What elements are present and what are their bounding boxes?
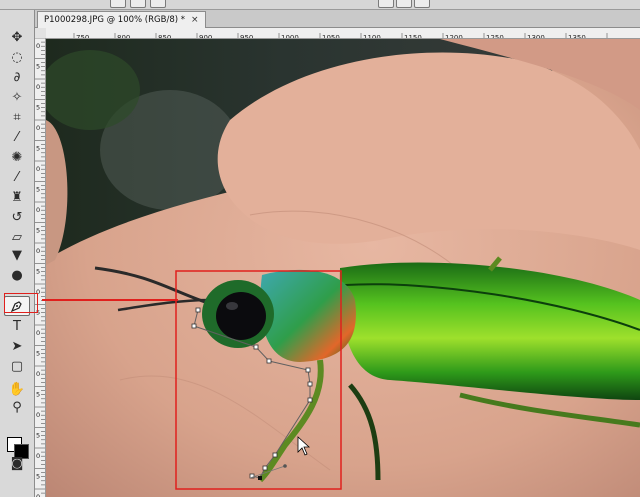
annotation-highlight-pen-tool [4,293,38,313]
option-button[interactable] [378,0,394,8]
ruler-label: 5 [36,268,40,276]
option-button[interactable] [150,0,166,8]
horizontal-ruler: 750 800 850 900 950 1000 1050 1100 1150 1200 1250 1… [46,28,640,39]
vertical-ruler: 05050505050505050505050 [35,38,46,497]
ruler-label: 0 [36,493,40,497]
lasso-tool-icon[interactable]: ∂ [5,68,29,86]
ruler-label: 5 [36,104,40,112]
ruler-label: 0 [36,124,40,132]
ruler-label: 5 [36,145,40,153]
ruler-label: 5 [36,391,40,399]
document-tab-bar: P1000298.JPG @ 100% (RGB/8) * × [35,10,640,28]
eraser-tool-icon[interactable]: ▱ [5,228,29,246]
annotation-callout-line [42,299,178,301]
close-icon[interactable]: × [191,15,199,25]
brush-tool-icon[interactable]: ⁄ [5,168,29,186]
ruler-label: 0 [36,329,40,337]
shape-tool-icon[interactable]: ▢ [5,357,29,375]
option-button[interactable] [130,0,146,8]
ruler-label: 5 [36,63,40,71]
ruler-label: 5 [36,350,40,358]
eyedropper-tool-icon[interactable]: ⁄ [5,128,29,146]
crop-tool-icon[interactable]: ⌗ [5,108,29,126]
ruler-label: 0 [36,42,40,50]
image-canvas[interactable] [46,39,640,497]
zoom-tool-icon[interactable]: ⚲ [5,398,29,416]
document-tab[interactable]: P1000298.JPG @ 100% (RGB/8) * × [37,11,206,28]
ruler-label: 5 [36,227,40,235]
clone-stamp-tool-icon[interactable]: ♜ [5,188,29,206]
marquee-tool-icon[interactable]: ◌ [5,48,29,66]
ruler-label: 0 [36,83,40,91]
ruler-label: 0 [36,247,40,255]
option-button[interactable] [110,0,126,8]
healing-brush-tool-icon[interactable]: ✺ [5,148,29,166]
history-brush-tool-icon[interactable]: ↺ [5,208,29,226]
paint-bucket-tool-icon[interactable]: ▼ [5,246,29,264]
ruler-label: 0 [36,452,40,460]
path-selection-tool-icon[interactable]: ➤ [5,337,29,355]
photo-beetle-on-hand [46,39,640,497]
ruler-label: 0 [36,370,40,378]
vertical-ruler-ticks: 05050505050505050505050 [35,38,45,497]
quick-mask-icon[interactable]: ◙ [5,454,29,472]
magic-wand-tool-icon[interactable]: ✧ [5,88,29,106]
move-tool-icon[interactable]: ✥ [5,28,29,46]
options-bar [0,0,640,10]
ruler-label: 5 [36,432,40,440]
blur-tool-icon[interactable]: ● [5,266,29,284]
type-tool-icon[interactable]: T [5,317,29,335]
toolbox: ✥ ◌ ∂ ✧ ⌗ ⁄ ✺ ⁄ ♜ ↺ ▱ ▼ ● T ➤ ▢ ✋ ⚲ ◙ [0,10,35,497]
ruler-label: 0 [36,206,40,214]
ruler-label: 5 [36,473,40,481]
ruler-label: 0 [36,411,40,419]
document-title: P1000298.JPG @ 100% (RGB/8) * [44,15,185,25]
hand-tool-icon[interactable]: ✋ [5,380,29,398]
ruler-label: 0 [36,165,40,173]
option-button[interactable] [414,0,430,8]
option-button[interactable] [396,0,412,8]
ruler-label: 5 [36,186,40,194]
active-anchor-point[interactable] [258,476,262,480]
